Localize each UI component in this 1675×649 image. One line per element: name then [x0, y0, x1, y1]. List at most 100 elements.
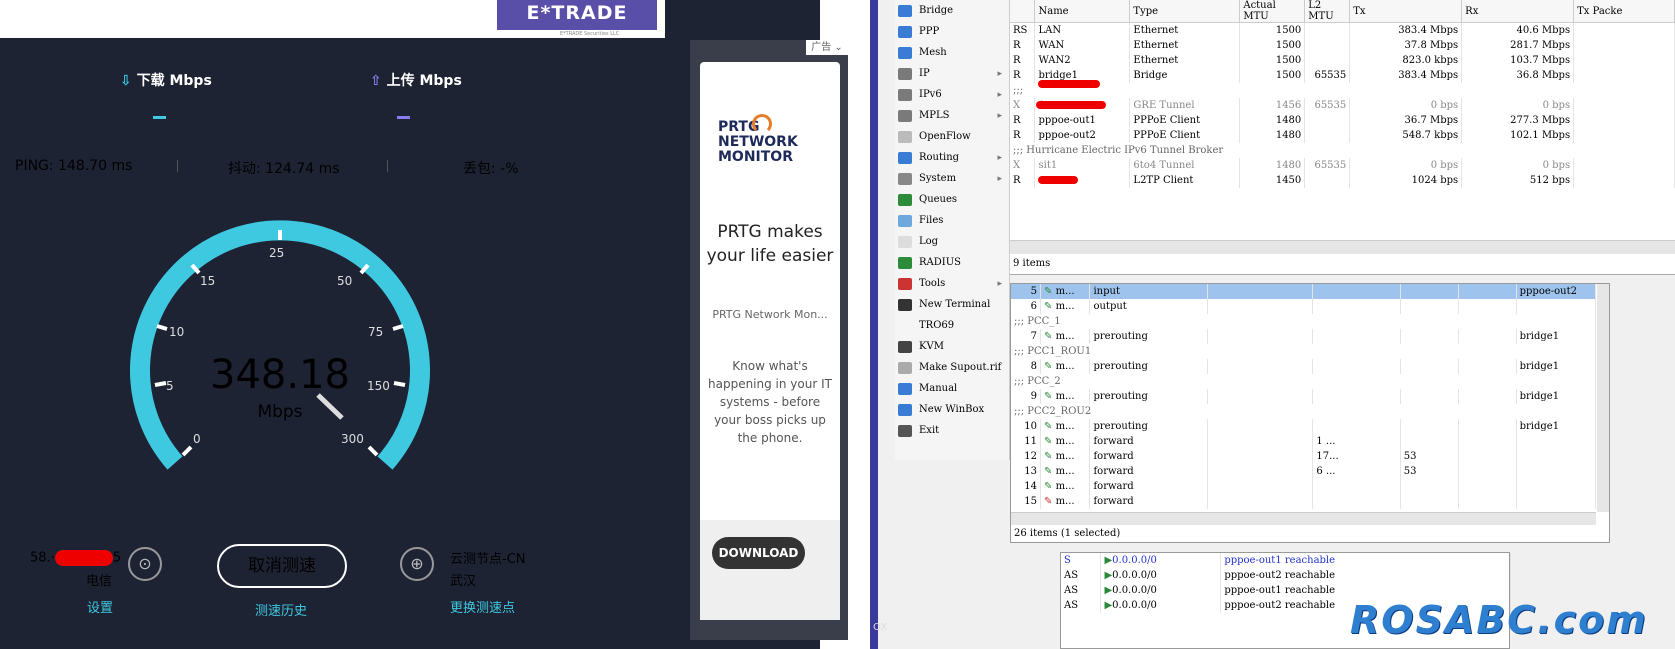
ad-footer	[700, 520, 840, 620]
menu-item-label: IPv6	[919, 89, 942, 100]
menu-item[interactable]: TRO69	[895, 315, 1010, 337]
download-button[interactable]: DOWNLOAD	[712, 537, 805, 569]
menu-item[interactable]: Manual	[895, 378, 1010, 400]
ad-body: Know what's happening in your IT systems…	[708, 359, 832, 445]
comment-cell: ;;; Hurricane Electric IPv6 Tunnel Broke…	[1010, 143, 1675, 158]
watermark: ROSABC.com	[1350, 598, 1648, 642]
cell	[1458, 449, 1517, 464]
table-row[interactable]: ;;; PCC1_ROU1	[1011, 344, 1596, 359]
column-header[interactable]: Type	[1129, 0, 1241, 23]
table-row[interactable]: 10 ✎ m... prerouting bridge1	[1011, 419, 1597, 434]
cell	[1207, 284, 1314, 299]
cell: ✎ m...	[1040, 389, 1091, 404]
table-row[interactable]: ;;; Hurricane Electric IPv6 Tunnel Broke…	[1010, 143, 1675, 158]
cell: 0 bps	[1349, 98, 1463, 113]
horizontal-scrollbar[interactable]	[1011, 512, 1596, 525]
table-row[interactable]: Rbridge1 Bridge 1500 65535 383.4 Mbps 36.8 Mb…	[1010, 68, 1675, 83]
column-header[interactable]: Rx	[1461, 0, 1575, 23]
menu-item[interactable]: PPP	[895, 21, 1010, 43]
tick-label: 25	[269, 246, 284, 260]
table-row[interactable]: 12 ✎ m... forward 17... 53	[1011, 449, 1597, 464]
cell: X	[1010, 158, 1036, 173]
cell-text: pppoe-out2 reachable	[1224, 570, 1336, 581]
logo-line: NETWORK	[718, 134, 798, 150]
cell	[1304, 113, 1351, 128]
vertical-scrollbar[interactable]	[1597, 284, 1609, 512]
menu-item[interactable]: OpenFlow	[895, 126, 1010, 148]
column-header[interactable]: Tx	[1349, 0, 1463, 23]
table-row[interactable]: R WAN2 Ethernet 1500 823.0 kbps 103.7 Mbps	[1010, 53, 1675, 68]
table-row[interactable]: ;;; PCC2_ROU2	[1011, 404, 1596, 419]
table-row[interactable]: X1GRE Tunnel1456655350 bps0 bps	[1010, 98, 1675, 113]
gauge-unit: Mbps	[257, 402, 303, 422]
table-row[interactable]: 7 ✎ m... prerouting bridge1	[1011, 329, 1597, 344]
menu-item[interactable]: Exit	[895, 420, 1010, 442]
table-row[interactable]: 13 ✎ m... forward 6 ... 53	[1011, 464, 1597, 479]
table-row[interactable]: Xsit1 6to4 Tunnel 1480 65535 0 bps 0 bps	[1010, 158, 1675, 173]
menu-item[interactable]: System ▸	[895, 168, 1010, 190]
menu-item[interactable]: Mesh	[895, 42, 1010, 64]
table-row[interactable]: RS LAN Ethernet 1500 383.4 Mbps 40.6 Mbps	[1010, 22, 1675, 38]
settings-link[interactable]: 设置	[87, 597, 113, 616]
isp-ip: 58.· 5	[30, 550, 121, 566]
table-row[interactable]: 6 ✎ m... output	[1011, 299, 1597, 314]
cell	[1516, 434, 1597, 449]
cell	[1207, 434, 1314, 449]
menu-item[interactable]: Make Supout.rif	[895, 357, 1010, 379]
menu-item[interactable]: Routing ▸	[895, 147, 1010, 169]
mangle-panel: 5 ✎ m... input pppoe-out2 6 ✎ m... output;;; P…	[1010, 283, 1610, 543]
cell: 9	[1011, 389, 1042, 404]
column-header[interactable]: Actual MTU	[1239, 0, 1306, 23]
table-row[interactable]: R WAN Ethernet 1500 37.8 Mbps 281.7 Mbps	[1010, 38, 1675, 53]
menu-item[interactable]: KVM	[895, 336, 1010, 358]
change-node-link[interactable]: 更换测速点	[450, 597, 515, 616]
history-link[interactable]: 测速历史	[255, 600, 307, 619]
menu-item[interactable]: Files	[895, 210, 1010, 232]
table-row[interactable]: AS ▶0.0.0.0/0 pppoe-out1 reachable	[1061, 583, 1511, 598]
column-header[interactable]: Tx Packe	[1573, 0, 1675, 23]
table-row[interactable]: R L2TP Client 1450 1024 bps 512 bps	[1010, 173, 1675, 188]
menu-item[interactable]: Bridge	[895, 0, 1010, 22]
menu-item[interactable]: Queues	[895, 189, 1010, 211]
menu-item[interactable]: IPv6 ▸	[895, 84, 1010, 106]
table-row[interactable]: 5 ✎ m... input pppoe-out2	[1011, 284, 1597, 299]
table-row[interactable]: 11 ✎ m... forward 1 ...	[1011, 434, 1597, 449]
cell	[1458, 479, 1517, 494]
table-row[interactable]: Rpppoe-out1 PPPoE Client 1480 36.7 Mbps 277.…	[1010, 113, 1675, 128]
exit-icon	[898, 425, 912, 437]
menu-item[interactable]: New Terminal	[895, 294, 1010, 316]
menu-item[interactable]: Log	[895, 231, 1010, 253]
table-row[interactable]: 9 ✎ m... prerouting bridge1	[1011, 389, 1597, 404]
table-row[interactable]: 15 ✎ m... forward	[1011, 494, 1597, 509]
cell: bridge1	[1516, 419, 1597, 434]
table-row[interactable]: ;;;	[1010, 83, 1675, 98]
column-header[interactable]	[1010, 0, 1036, 23]
menu-item-label: MPLS	[919, 110, 950, 121]
table-row[interactable]: ;;; PCC_2	[1011, 374, 1596, 389]
table-row[interactable]: Rpppoe-out2 PPPoE Client 1480 548.7 kbps 102…	[1010, 128, 1675, 143]
menu-item[interactable]: MPLS ▸	[895, 105, 1010, 127]
table-row[interactable]: AS ▶0.0.0.0/0 pppoe-out2 reachable	[1061, 568, 1511, 583]
etrade-sub: E*TRADE Securities LLC	[560, 31, 620, 37]
column-header[interactable]: Name	[1034, 0, 1131, 23]
ad-label[interactable]: 广告 ⌄	[806, 40, 848, 55]
table-row[interactable]: S ▶0.0.0.0/0 pppoe-out1 reachable	[1061, 553, 1511, 568]
cell-text: AS	[1064, 585, 1079, 596]
divider	[387, 160, 388, 172]
tick-label: 0	[193, 432, 201, 446]
cancel-test-button[interactable]: 取消测速	[217, 544, 347, 588]
horizontal-scrollbar[interactable]	[1010, 240, 1675, 254]
cell: 383.4 Mbps	[1349, 68, 1463, 83]
menu-item[interactable]: RADIUS	[895, 252, 1010, 274]
menu-item[interactable]: IP ▸	[895, 63, 1010, 85]
action-text: m...	[1055, 361, 1075, 372]
table-row[interactable]: 8 ✎ m... prerouting bridge1	[1011, 359, 1597, 374]
table-row[interactable]: 14 ✎ m... forward	[1011, 479, 1597, 494]
table-row[interactable]: ;;; PCC_1	[1011, 314, 1596, 329]
cell: ✎ m...	[1040, 479, 1091, 494]
menu-item[interactable]: New WinBox	[895, 399, 1010, 421]
column-header[interactable]: L2 MTU	[1304, 0, 1351, 23]
tick-label: 10	[169, 325, 184, 339]
etrade-logo[interactable]: E*TRADE	[497, 0, 657, 30]
menu-item[interactable]: Tools ▸	[895, 273, 1010, 295]
